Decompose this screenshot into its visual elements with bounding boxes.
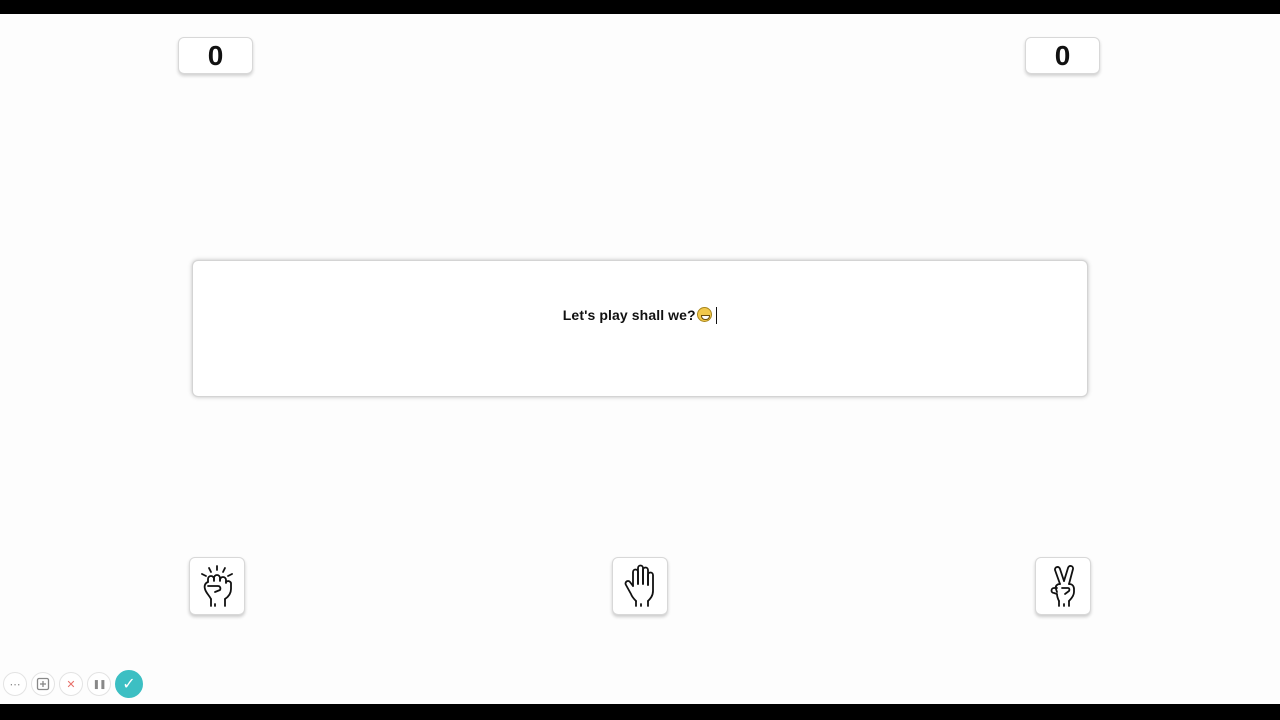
more-icon: ⋯ [9, 678, 21, 691]
close-icon: ✕ [66, 678, 76, 691]
check-icon: ✓ [122, 676, 136, 693]
capture-icon [36, 677, 50, 691]
pause-icon: ❚❚ [92, 678, 106, 689]
message-line: Let's play shall we? [193, 307, 1087, 324]
recorder-toolbar: ⋯ ✕ ❚❚ ✓ [3, 669, 143, 699]
capture-button[interactable] [31, 672, 55, 696]
confirm-button[interactable]: ✓ [115, 670, 143, 698]
paper-hand-icon [624, 564, 654, 607]
grinning-face-icon [696, 307, 712, 322]
message-box: Let's play shall we? [192, 260, 1088, 397]
rock-button[interactable] [189, 557, 245, 615]
message-text: Let's play shall we? [562, 307, 696, 323]
scissors-hand-icon [1050, 565, 1075, 607]
typing-caret [715, 307, 718, 324]
rock-fist-icon [201, 565, 233, 607]
paper-button[interactable] [612, 557, 668, 615]
close-button[interactable]: ✕ [59, 672, 83, 696]
player-score: 0 [178, 37, 253, 74]
pause-button[interactable]: ❚❚ [87, 672, 111, 696]
scissors-button[interactable] [1035, 557, 1091, 615]
more-button[interactable]: ⋯ [3, 672, 27, 696]
game-stage: 0 0 Let's play shall we? ⋯ ✕ ❚❚ ✓ [0, 14, 1280, 704]
computer-score: 0 [1025, 37, 1100, 74]
